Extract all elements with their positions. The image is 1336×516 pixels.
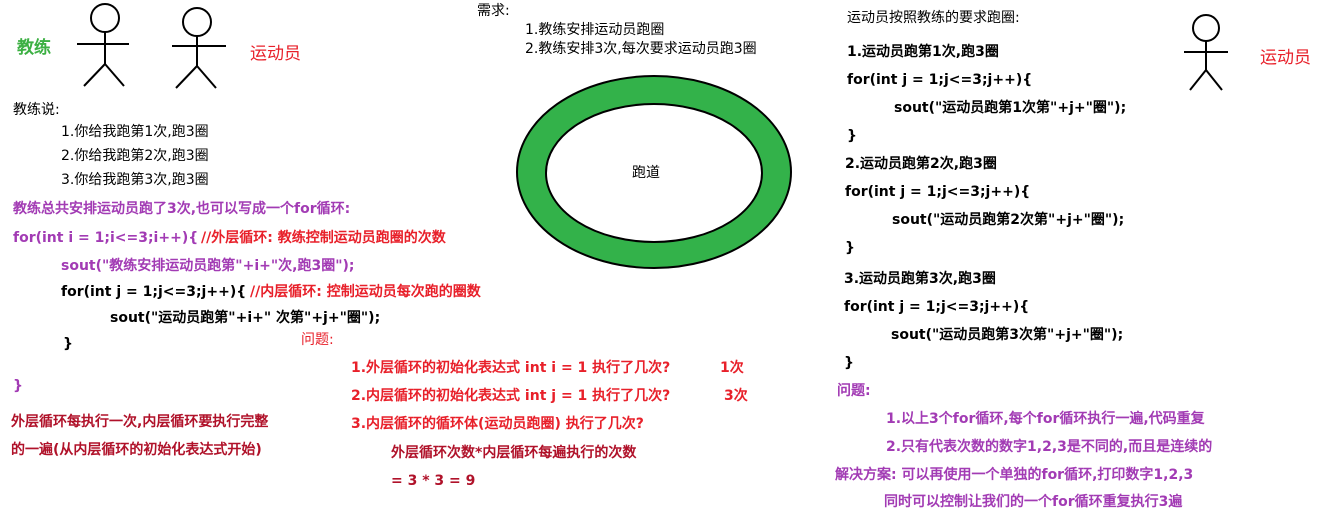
coach-figure [77, 3, 129, 87]
athlete-figure-right [1184, 14, 1228, 91]
coach-says-item: 1.你给我跑第1次,跑3圈 [61, 124, 209, 140]
outer-sout-line: sout("教练安排运动员跑第"+i+"次,跑3圈"); [61, 258, 355, 274]
requirement-item: 1.教练安排运动员跑圈 [525, 22, 665, 38]
problems-title: 问题: [837, 383, 871, 399]
athlete-block-sout: sout("运动员跑第3次第"+j+"圈"); [891, 327, 1124, 343]
requirements-title: 需求: [477, 3, 510, 19]
track-label: 跑道 [632, 165, 660, 181]
summary-text: 教练总共安排运动员跑了3次,也可以写成一个for循环: [13, 201, 351, 217]
coach-says-title: 教练说: [13, 102, 60, 118]
question-answer: 3次 [724, 388, 748, 404]
athlete-label-right: 运动员 [1260, 48, 1311, 68]
outer-for-comment: //外层循环: 教练控制运动员跑圈的次数 [201, 230, 446, 246]
athlete-block-heading: 1.运动员跑第1次,跑3圈 [847, 44, 999, 60]
questions-title: 问题: [301, 332, 334, 348]
athlete-block-close: } [845, 240, 855, 256]
solution-line: 同时可以控制让我们的一个for循环重复执行3遍 [884, 494, 1183, 510]
explanation-line: 的一遍(从内层循环的初始化表达式开始) [11, 442, 262, 458]
outer-for-line: for(int i = 1;i<=3;i++){ [13, 230, 199, 246]
inner-sout-line: sout("运动员跑第"+i+" 次第"+j+"圈"); [110, 310, 381, 326]
athlete-block-heading: 3.运动员跑第3次,跑3圈 [844, 271, 996, 287]
athlete-section-title: 运动员按照教练的要求跑圈: [847, 10, 1020, 26]
question-item: 3.内层循环的循环体(运动员跑圈) 执行了几次? [351, 416, 644, 432]
coach-says-item: 2.你给我跑第2次,跑3圈 [61, 148, 209, 164]
inner-for-line: for(int j = 1;j<=3;j++){ [61, 284, 247, 300]
athlete-block-sout: sout("运动员跑第2次第"+j+"圈"); [892, 212, 1125, 228]
coach-label: 教练 [17, 38, 51, 58]
problem-item: 1.以上3个for循环,每个for循环执行一遍,代码重复 [886, 411, 1205, 427]
athlete-block-sout: sout("运动员跑第1次第"+j+"圈"); [894, 100, 1127, 116]
explanation-line: 外层循环每执行一次,内层循环要执行完整 [11, 414, 269, 430]
athlete-block-for: for(int j = 1;j<=3;j++){ [845, 184, 1031, 200]
inner-for-comment: //内层循环: 控制运动员每次跑的圈数 [250, 284, 481, 300]
question-answer: 1次 [720, 360, 744, 376]
inner-close-brace: } [63, 336, 73, 352]
athlete-figure [172, 7, 226, 89]
athlete-block-for: for(int j = 1;j<=3;j++){ [847, 72, 1033, 88]
athlete-block-for: for(int j = 1;j<=3;j++){ [844, 299, 1030, 315]
question-item: 2.内层循环的初始化表达式 int j = 1 执行了几次? [351, 388, 671, 404]
problem-item: 2.只有代表次数的数字1,2,3是不同的,而且是连续的 [886, 439, 1213, 455]
athlete-block-heading: 2.运动员跑第2次,跑3圈 [845, 156, 997, 172]
solution-line: 解决方案: 可以再使用一个单独的for循环,打印数字1,2,3 [835, 467, 1194, 483]
athlete-block-close: } [847, 128, 857, 144]
question-item: 1.外层循环的初始化表达式 int i = 1 执行了几次? [351, 360, 671, 376]
question-result: = 3 * 3 = 9 [391, 473, 476, 489]
question-formula: 外层循环次数*内层循环每遍执行的次数 [391, 445, 637, 461]
requirement-item: 2.教练安排3次,每次要求运动员跑3圈 [525, 41, 757, 57]
athlete-block-close: } [844, 355, 854, 371]
coach-says-item: 3.你给我跑第3次,跑3圈 [61, 172, 209, 188]
outer-close-brace: } [13, 378, 23, 394]
athlete-label: 运动员 [250, 44, 301, 64]
